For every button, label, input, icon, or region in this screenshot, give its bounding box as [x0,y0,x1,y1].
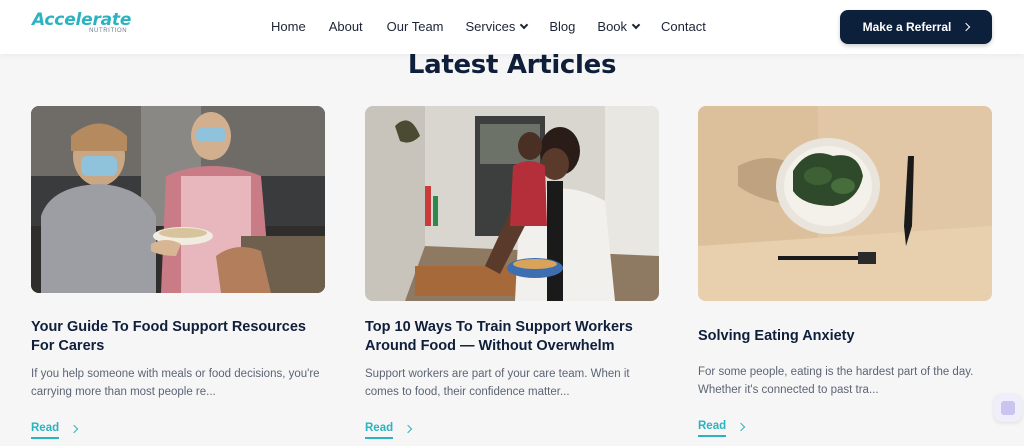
nav-about-label: About [328,19,363,34]
nav-home[interactable]: Home [271,19,306,34]
nav-book-label: Book [597,19,628,34]
chevron-down-icon [631,20,641,29]
article-excerpt: Support workers are part of your care te… [365,368,630,398]
chat-icon [1001,401,1015,415]
chevron-down-icon [520,20,529,29]
read-link[interactable]: Read [365,422,413,439]
main-nav: Home About Our Team Services Blog Book C… [271,19,706,34]
nav-contact-label: Contact [661,19,706,34]
nav-services[interactable]: Services [465,19,529,34]
nav-our-team-label: Our Team [386,19,444,34]
article-image-support-workers[interactable] [365,106,659,301]
nav-book[interactable]: Book [597,19,641,34]
read-link-label: Read [31,422,60,439]
chevron-right-icon [403,424,413,433]
nav-about[interactable]: About [329,19,363,34]
logo[interactable]: Accelerate NUTRITION [32,11,131,35]
make-referral-button[interactable]: Make a Referral [840,10,992,44]
chevron-right-icon [962,22,971,32]
article-title[interactable]: Top 10 Ways To Train Support Workers Aro… [365,318,659,356]
nav-our-team[interactable]: Our Team [387,19,444,34]
read-link[interactable]: Read [698,420,746,437]
read-link-label: Read [698,420,727,437]
article-image-food-support[interactable] [31,106,325,293]
nav-home-label: Home [271,19,306,34]
plate-photo [698,106,992,301]
article-title[interactable]: Solving Eating Anxiety [698,327,992,346]
food-support-photo [31,106,325,293]
read-link[interactable]: Read [31,422,79,439]
article-image-eating-anxiety[interactable] [698,106,992,301]
nav-blog[interactable]: Blog [549,19,575,34]
section-title: Latest Articles [407,50,617,80]
nav-blog-label: Blog [549,19,576,34]
chevron-right-icon [736,422,746,431]
kitchen-photo [365,106,659,301]
chat-widget-button[interactable] [994,394,1022,422]
site-header: Accelerate NUTRITION Home About Our Team… [0,0,1024,54]
nav-services-label: Services [465,19,516,34]
article-title[interactable]: Your Guide To Food Support Resources For… [31,318,325,356]
read-link-label: Read [365,422,394,439]
article-excerpt: For some people, eating is the hardest p… [698,366,974,396]
make-referral-label: Make a Referral [862,20,952,34]
chevron-right-icon [69,424,79,433]
nav-contact[interactable]: Contact [661,19,706,34]
article-excerpt: If you help someone with meals or food d… [31,368,320,398]
